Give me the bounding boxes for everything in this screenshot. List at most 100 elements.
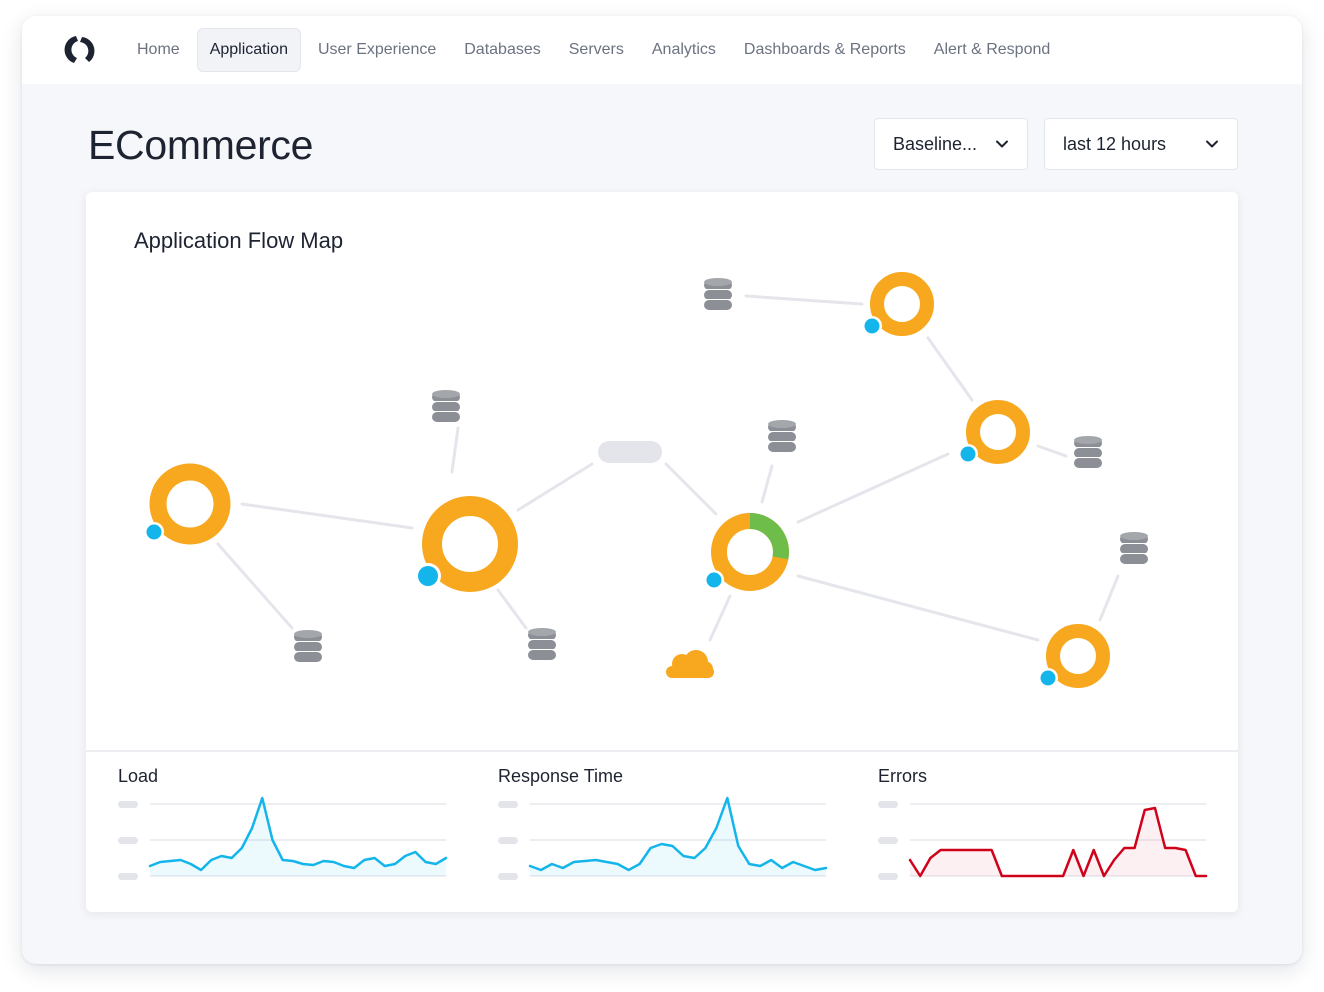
database-disk (1120, 554, 1148, 564)
database-top (768, 420, 796, 428)
flow-edge (516, 462, 594, 512)
database-disk (768, 432, 796, 442)
agent-status-dot (418, 566, 438, 586)
agent-status-dot (960, 446, 976, 462)
database-disk (704, 300, 732, 310)
flow-edge (1098, 574, 1120, 622)
database-4 (704, 278, 732, 310)
database-disk (1074, 448, 1102, 458)
baseline-dropdown[interactable]: Baseline... (874, 118, 1028, 170)
nav-tabs: Home Application User Experience Databas… (126, 28, 1067, 72)
tier-node-2 (415, 496, 518, 592)
flow-edge (760, 464, 774, 504)
database-disk (528, 650, 556, 660)
errors-sparkline (878, 801, 1208, 880)
agent-status-dot (864, 318, 880, 334)
app-window: Home Application User Experience Databas… (22, 16, 1302, 964)
tier-ring (422, 496, 518, 592)
sparkline-area (150, 798, 446, 876)
flow-edge (796, 574, 1040, 642)
nav-item-servers[interactable]: Servers (558, 28, 635, 72)
tier-node-3 (704, 513, 789, 591)
nav-item-alert-respond[interactable]: Alert & Respond (923, 28, 1062, 72)
tier-ring (1046, 624, 1110, 688)
response-time-metric-title: Response Time (498, 766, 624, 786)
database-top (704, 278, 732, 286)
agent-status-dot (1040, 670, 1056, 686)
flow-edge (496, 588, 528, 630)
flow-edge (744, 294, 864, 306)
axis-tick-placeholder (118, 801, 138, 808)
load-metric[interactable]: Load (118, 754, 458, 904)
tier-ring (870, 272, 934, 336)
tier-node-6 (1038, 624, 1110, 688)
baseline-dropdown-label: Baseline... (893, 133, 978, 154)
nav-item-databases[interactable]: Databases (453, 28, 552, 72)
top-navigation: Home Application User Experience Databas… (22, 16, 1302, 84)
flow-edges (216, 294, 1120, 642)
time-range-dropdown-label: last 12 hours (1063, 133, 1167, 154)
service-pill-shape (598, 441, 662, 463)
cloud-base (666, 666, 714, 678)
chevron-down-icon (996, 140, 1008, 148)
database-6 (1074, 436, 1102, 468)
cloud-service (666, 650, 714, 678)
database-2 (294, 630, 322, 662)
page-title: ECommerce (88, 122, 314, 168)
nav-item-user-experience[interactable]: User Experience (307, 28, 447, 72)
axis-tick-placeholder (498, 873, 518, 880)
axis-tick-placeholder (878, 837, 898, 844)
axis-tick-placeholder (878, 873, 898, 880)
database-top (1120, 532, 1148, 540)
database-disk (432, 402, 460, 412)
sparkline-area (530, 798, 826, 876)
flow-edge (708, 594, 732, 642)
database-top (1074, 436, 1102, 444)
database-disk (768, 442, 796, 452)
app-logo-icon[interactable] (62, 32, 98, 68)
nav-item-dashboards-reports[interactable]: Dashboards & Reports (733, 28, 917, 72)
database-5 (768, 420, 796, 452)
database-7 (1120, 532, 1148, 564)
response-time-metric[interactable]: Response Time (498, 754, 838, 904)
tier-node-4 (862, 272, 934, 336)
agent-status-dot (146, 524, 162, 540)
tier-ring (966, 400, 1030, 464)
cloud-icon (666, 650, 714, 678)
sparkline-line (148, 796, 448, 872)
database-disk (528, 640, 556, 650)
load-metric-title: Load (118, 766, 159, 786)
flow-map-card: Application Flow Map Load Response Time … (86, 192, 1238, 912)
card-divider (86, 750, 1238, 752)
time-range-dropdown[interactable]: last 12 hours (1044, 118, 1238, 170)
axis-tick-placeholder (878, 801, 898, 808)
chevron-down-icon (1206, 140, 1218, 148)
tier-node-5 (958, 400, 1030, 464)
database-top (432, 390, 460, 398)
database-top (294, 630, 322, 638)
errors-metric[interactable]: Errors (878, 754, 1218, 904)
nav-item-home[interactable]: Home (126, 28, 191, 72)
flow-map-title: Application Flow Map (134, 228, 344, 253)
application-flow-map[interactable] (86, 192, 1238, 748)
axis-tick-placeholder (118, 837, 138, 844)
axis-tick-placeholder (498, 837, 518, 844)
database-disk (1120, 544, 1148, 554)
agent-status-dot (706, 572, 722, 588)
flow-edge (216, 542, 294, 630)
errors-metric-title: Errors (878, 766, 927, 786)
database-1 (432, 390, 460, 422)
response-time-sparkline (498, 796, 828, 880)
flow-edge (796, 452, 950, 524)
load-sparkline (118, 796, 448, 880)
tier-node-1 (144, 463, 231, 545)
axis-tick-placeholder (118, 873, 138, 880)
nav-item-analytics[interactable]: Analytics (641, 28, 727, 72)
nav-item-application[interactable]: Application (196, 28, 301, 72)
flow-edge (240, 502, 414, 530)
database-disk (704, 290, 732, 300)
flow-edge (926, 336, 974, 402)
database-3 (528, 628, 556, 660)
database-disk (294, 642, 322, 652)
axis-tick-placeholder (498, 801, 518, 808)
